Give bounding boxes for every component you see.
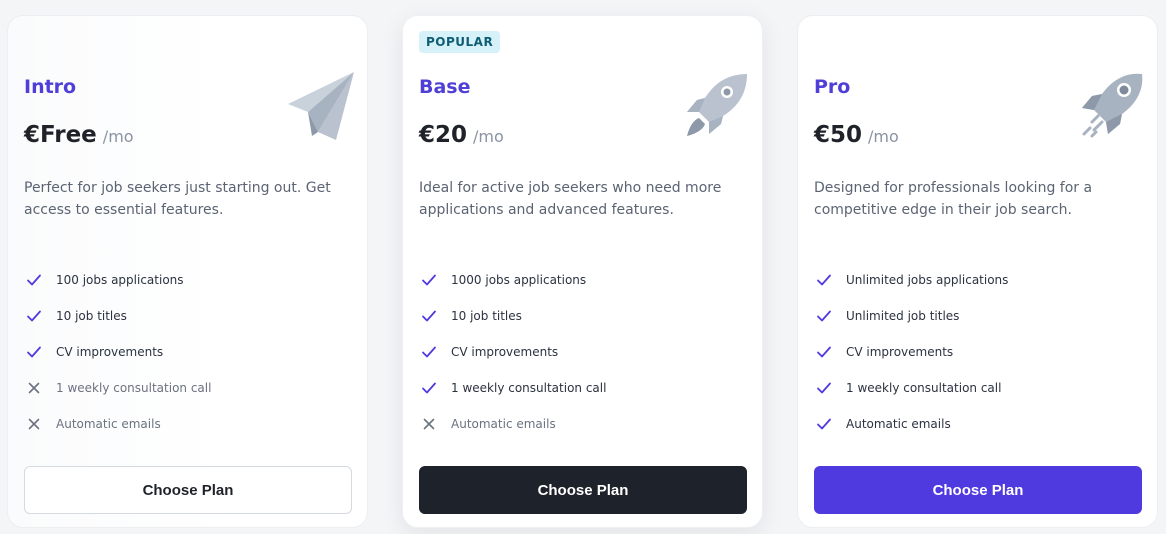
feature-item: 1 weekly consultation call	[419, 370, 606, 406]
check-icon	[419, 270, 439, 290]
feature-item: CV improvements	[419, 334, 606, 370]
feature-label: 1 weekly consultation call	[451, 381, 607, 395]
choose-plan-button-intro[interactable]: Choose Plan	[24, 466, 352, 514]
price-row: €50 /mo	[814, 122, 899, 148]
plan-description: Designed for professionals looking for a…	[814, 180, 1093, 218]
check-icon	[814, 306, 834, 326]
feature-label: 1 weekly consultation call	[56, 381, 212, 395]
check-icon	[24, 306, 44, 326]
cross-icon	[24, 378, 44, 398]
plan-name: Pro	[814, 76, 851, 98]
rocket-launch-icon	[1082, 73, 1143, 138]
plan-description: Perfect for job seekers just starting ou…	[24, 180, 331, 218]
feature-list: 1000 jobs applications 10 job titles CV …	[419, 262, 606, 442]
plan-price: €50	[814, 122, 863, 148]
check-icon	[419, 306, 439, 326]
feature-label: Automatic emails	[846, 417, 951, 431]
feature-label: CV improvements	[451, 345, 559, 359]
plan-name: Base	[419, 76, 471, 98]
feature-item: 1000 jobs applications	[419, 262, 606, 298]
feature-label: Unlimited job titles	[846, 309, 960, 323]
feature-item: 10 job titles	[419, 298, 606, 334]
cross-icon	[24, 414, 44, 434]
plan-card-base: POPULAR Base €20 /mo Ideal for active jo…	[402, 15, 763, 528]
plan-price: €20	[419, 122, 468, 148]
cross-icon	[419, 414, 439, 434]
paper-plane-icon	[288, 72, 354, 140]
feature-label: CV improvements	[56, 345, 164, 359]
feature-list: Unlimited jobs applications Unlimited jo…	[814, 262, 1008, 442]
plan-name: Intro	[24, 76, 77, 98]
plan-description: Ideal for active job seekers who need mo…	[419, 180, 722, 218]
check-icon	[24, 270, 44, 290]
price-row: €Free /mo	[24, 122, 134, 148]
plan-card-pro: Pro €50 /mo Designed for professionals l…	[797, 15, 1158, 528]
check-icon	[419, 342, 439, 362]
check-icon	[814, 270, 834, 290]
feature-label: Automatic emails	[56, 417, 161, 431]
feature-item: CV improvements	[24, 334, 211, 370]
feature-item: Unlimited job titles	[814, 298, 1008, 334]
price-row: €20 /mo	[419, 122, 504, 148]
feature-label: 100 jobs applications	[56, 273, 184, 287]
pricing-section: Intro €Free /mo Perfect for job seekers …	[0, 0, 1166, 534]
check-icon	[814, 378, 834, 398]
feature-label: Automatic emails	[451, 417, 556, 431]
feature-item: Unlimited jobs applications	[814, 262, 1008, 298]
choose-plan-button-pro[interactable]: Choose Plan	[814, 466, 1142, 514]
feature-item: 100 jobs applications	[24, 262, 211, 298]
feature-item: Automatic emails	[24, 406, 211, 442]
feature-label: 10 job titles	[56, 309, 127, 323]
rocket-icon	[687, 74, 747, 136]
feature-item: Automatic emails	[814, 406, 1008, 442]
feature-label: 10 job titles	[451, 309, 522, 323]
feature-label: 1000 jobs applications	[451, 273, 587, 287]
price-period: /mo	[102, 127, 134, 146]
feature-label: 1 weekly consultation call	[846, 381, 1002, 395]
price-period: /mo	[473, 127, 504, 146]
price-period: /mo	[868, 127, 899, 146]
feature-list: 100 jobs applications 10 job titles CV i…	[24, 262, 211, 442]
feature-item: 1 weekly consultation call	[24, 370, 211, 406]
plan-price: €Free	[24, 122, 97, 148]
check-icon	[24, 342, 44, 362]
plan-card-intro: Intro €Free /mo Perfect for job seekers …	[7, 15, 368, 528]
feature-item: CV improvements	[814, 334, 1008, 370]
feature-item: Automatic emails	[419, 406, 606, 442]
check-icon	[814, 342, 834, 362]
feature-item: 1 weekly consultation call	[814, 370, 1008, 406]
check-icon	[419, 378, 439, 398]
feature-label: Unlimited jobs applications	[846, 273, 1009, 287]
feature-label: CV improvements	[846, 345, 954, 359]
popular-badge: POPULAR	[419, 31, 501, 53]
choose-plan-button-base[interactable]: Choose Plan	[419, 466, 747, 514]
check-icon	[814, 414, 834, 434]
feature-item: 10 job titles	[24, 298, 211, 334]
